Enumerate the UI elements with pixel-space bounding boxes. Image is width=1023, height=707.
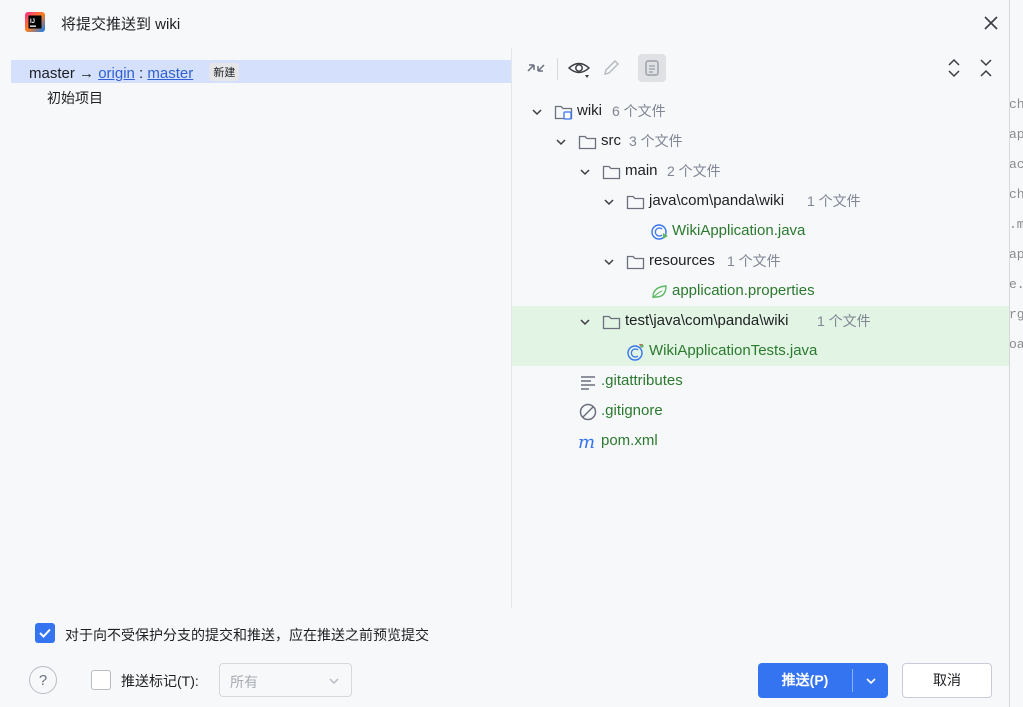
tree-row-file[interactable]: WikiApplicationTests.java xyxy=(512,336,1009,366)
chevron-down-icon[interactable] xyxy=(554,126,568,156)
preview-commits-checkbox[interactable] xyxy=(35,623,55,643)
bg-text: e. xyxy=(1009,277,1023,292)
java-test-class-icon xyxy=(626,336,646,366)
bg-text: ac xyxy=(1009,157,1023,172)
tree-item-name: WikiApplicationTests.java xyxy=(649,342,818,359)
tree-row-file[interactable]: WikiApplication.java xyxy=(512,216,1009,246)
push-options-dropdown[interactable] xyxy=(853,663,888,698)
changes-toolbar xyxy=(512,48,1009,88)
close-icon[interactable] xyxy=(980,12,1002,34)
push-tags-label[interactable]: 推送标记(T): xyxy=(121,671,199,691)
file-count: 1 个文件 xyxy=(817,313,871,329)
bg-text: oa xyxy=(1009,337,1023,352)
push-dialog: IJ 将提交推送到 wiki master → origin : master … xyxy=(0,0,1010,707)
folder-icon xyxy=(602,306,622,336)
toolbar-divider xyxy=(557,58,558,80)
changes-panel: wiki 6 个文件 src 3 个文件 main 2 个文件 java\com… xyxy=(512,48,1009,608)
folder-icon xyxy=(578,126,598,156)
bg-text: ap xyxy=(1009,247,1023,262)
tree-item-name: main xyxy=(625,162,658,179)
push-tags-checkbox[interactable] xyxy=(91,670,111,690)
arrow: → xyxy=(79,65,95,82)
java-class-run-icon xyxy=(650,216,670,246)
tree-row-file[interactable]: m pom.xml xyxy=(512,426,1009,456)
folder-icon xyxy=(626,246,646,276)
remote-branch-link[interactable]: master xyxy=(147,65,193,82)
svg-text:m: m xyxy=(578,432,595,452)
push-button[interactable]: 推送(P) xyxy=(758,663,888,698)
commits-panel: master → origin : master 新建 初始项目 xyxy=(11,48,512,608)
tags-select[interactable]: 所有 xyxy=(219,663,352,697)
cancel-button[interactable]: 取消 xyxy=(902,663,992,698)
commit-item[interactable]: 初始项目 xyxy=(47,88,103,108)
spring-leaf-icon xyxy=(650,276,670,306)
chevron-down-icon[interactable] xyxy=(578,156,592,186)
collapse-diff-icon[interactable] xyxy=(522,54,550,82)
file-count: 1 个文件 xyxy=(807,193,861,209)
file-count: 3 个文件 xyxy=(629,133,683,149)
tree-item-name: .gitignore xyxy=(601,402,663,419)
branch-spec: master → origin : master 新建 xyxy=(29,63,240,82)
chevron-down-icon xyxy=(865,677,876,684)
remote-link[interactable]: origin xyxy=(98,65,135,82)
tree-item-name: test\java\com\panda\wiki xyxy=(625,312,789,329)
background-editor-fragment: che ap ac ch .m ap e. rg oa xyxy=(1009,90,1023,590)
push-button-label[interactable]: 推送(P) xyxy=(758,663,852,698)
tree-row-test-package[interactable]: test\java\com\panda\wiki 1 个文件 xyxy=(512,306,1009,336)
tree-row-wiki[interactable]: wiki 6 个文件 xyxy=(512,96,1009,126)
bg-text: che xyxy=(1009,97,1023,112)
bg-text: .m xyxy=(1009,217,1023,232)
expand-all-icon[interactable] xyxy=(940,54,968,82)
intellij-logo-icon: IJ xyxy=(25,12,45,32)
file-count: 1 个文件 xyxy=(727,253,781,269)
tree-item-name: WikiApplication.java xyxy=(672,222,806,239)
chevron-down-icon[interactable] xyxy=(602,186,616,216)
file-count: 6 个文件 xyxy=(612,103,666,119)
tree-row-file[interactable]: .gitignore xyxy=(512,396,1009,426)
tree-item-name: resources xyxy=(649,252,715,269)
maven-icon: m xyxy=(578,426,598,456)
tree-item-name: java\com\panda\wiki xyxy=(649,192,785,209)
ignore-file-icon xyxy=(578,396,598,426)
folder-icon xyxy=(626,186,646,216)
tags-select-value: 所有 xyxy=(230,674,258,690)
chevron-down-icon xyxy=(329,678,339,684)
checkmark-icon xyxy=(39,628,51,638)
chevron-down-icon[interactable] xyxy=(578,306,592,336)
preview-icon[interactable] xyxy=(638,54,666,82)
bg-text: rg xyxy=(1009,307,1023,322)
chevron-down-icon[interactable] xyxy=(602,246,616,276)
new-badge: 新建 xyxy=(209,63,240,81)
tree-row-resources[interactable]: resources 1 个文件 xyxy=(512,246,1009,276)
tree-item-name: src xyxy=(601,132,621,149)
tree-item-name: pom.xml xyxy=(601,432,658,449)
tree-item-name: wiki xyxy=(577,102,602,119)
preview-commits-label[interactable]: 对于向不受保护分支的提交和推送，应在推送之前预览提交 xyxy=(65,625,429,645)
tree-row-file[interactable]: .gitattributes xyxy=(512,366,1009,396)
help-button[interactable]: ? xyxy=(29,666,57,694)
tree-item-name: .gitattributes xyxy=(601,372,683,389)
tree-row-src[interactable]: src 3 个文件 xyxy=(512,126,1009,156)
tree-row-package[interactable]: java\com\panda\wiki 1 个文件 xyxy=(512,186,1009,216)
separator: : xyxy=(139,65,144,82)
edit-icon[interactable] xyxy=(597,54,625,82)
eye-icon[interactable] xyxy=(565,54,593,82)
module-folder-icon xyxy=(554,96,574,126)
bg-text: ap xyxy=(1009,127,1023,142)
collapse-all-icon[interactable] xyxy=(972,54,1000,82)
tree-item-name: application.properties xyxy=(672,282,815,299)
local-branch: master xyxy=(29,65,75,82)
chevron-down-icon[interactable] xyxy=(530,96,544,126)
svg-text:IJ: IJ xyxy=(30,19,35,25)
folder-icon xyxy=(602,156,622,186)
tree-row-main[interactable]: main 2 个文件 xyxy=(512,156,1009,186)
dialog-titlebar: IJ 将提交推送到 wiki xyxy=(0,0,1009,46)
bg-text: ch xyxy=(1009,187,1023,202)
text-file-icon xyxy=(578,366,598,396)
file-count: 2 个文件 xyxy=(667,163,721,179)
dialog-title: 将提交推送到 wiki xyxy=(61,16,181,33)
tree-row-file[interactable]: application.properties xyxy=(512,276,1009,306)
